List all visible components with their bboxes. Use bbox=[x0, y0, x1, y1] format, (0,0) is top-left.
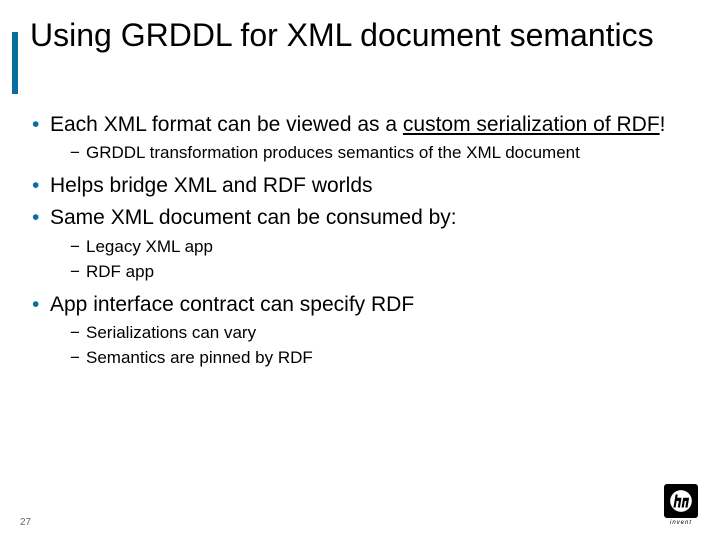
bullet-item: Helps bridge XML and RDF worlds bbox=[30, 173, 690, 199]
subbullet-item: Legacy XML app bbox=[50, 236, 690, 259]
bullet-text: App interface contract can specify RDF bbox=[50, 293, 414, 316]
bullet-text-post: ! bbox=[660, 113, 666, 136]
bullet-item: App interface contract can specify RDF S… bbox=[30, 292, 690, 370]
bullet-text-link: custom serialization of RDF bbox=[403, 113, 660, 136]
subbullet-item: RDF app bbox=[50, 261, 690, 284]
hp-logo: invent bbox=[664, 484, 698, 526]
hp-logo-icon bbox=[664, 484, 698, 518]
subbullet-item: Semantics are pinned by RDF bbox=[50, 347, 690, 370]
hp-logo-text: invent bbox=[664, 520, 698, 526]
slide-title: Using GRDDL for XML document semantics bbox=[30, 18, 690, 54]
bullet-text: Same XML document can be consumed by: bbox=[50, 206, 457, 229]
bullet-text: Helps bridge XML and RDF worlds bbox=[50, 174, 373, 197]
accent-bar bbox=[12, 32, 18, 94]
subbullet-item: Serializations can vary bbox=[50, 322, 690, 345]
page-number: 27 bbox=[20, 517, 31, 528]
bullet-item: Each XML format can be viewed as a custo… bbox=[30, 112, 690, 165]
slide-content: Each XML format can be viewed as a custo… bbox=[30, 112, 690, 378]
bullet-text-pre: Each XML format can be viewed as a bbox=[50, 113, 403, 136]
subbullet-item: GRDDL transformation produces semantics … bbox=[50, 142, 690, 165]
bullet-item: Same XML document can be consumed by: Le… bbox=[30, 205, 690, 283]
